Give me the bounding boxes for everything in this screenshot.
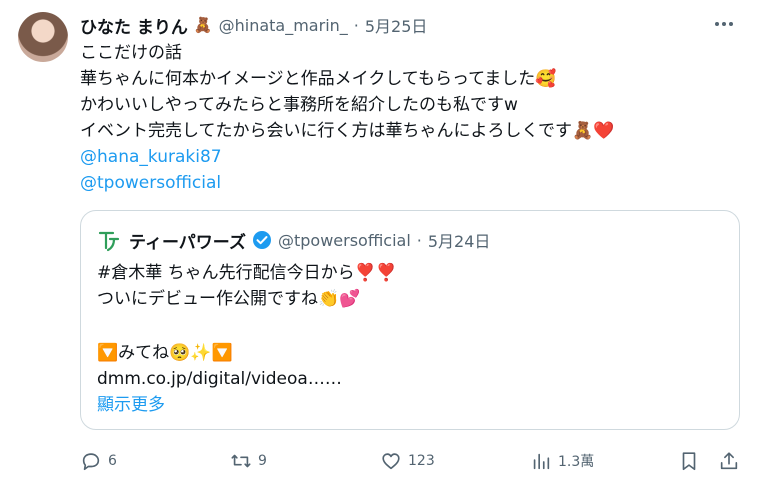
like-button[interactable]: 123 [380,446,435,476]
quoted-line: ついにデビュー作公開ですね👏💕 [97,289,361,309]
quoted-display-name: ティーパワーズ [129,232,246,253]
reply-count: 6 [108,453,117,469]
mention-link[interactable]: @hana_kuraki87 [80,144,740,170]
author-handle[interactable]: @hinata_marin_ [219,16,348,35]
quoted-link: dmm.co.jp/digital/videoa…… [97,369,342,389]
like-icon [382,453,400,470]
verified-icon [252,231,271,249]
show-more-link[interactable]: 顯示更多 [97,392,727,418]
author-display-name[interactable]: ひなた まりん [80,13,188,38]
separator-dot: · [353,15,359,35]
more-icon[interactable] [712,14,736,34]
reply-button[interactable]: 6 [80,446,117,476]
tweet-text: ここだけの話 華ちゃんに何本かイメージと作品メイクしてもらってました🥰 かわいい… [80,40,740,196]
like-count: 123 [408,453,435,469]
action-bar: 6 9 123 1.3萬 [80,446,745,476]
tweet-line: かわいいしやってみたらと事務所を紹介したのも私ですw [80,95,518,115]
tweet-line: ここだけの話 [80,43,182,63]
quoted-tweet[interactable]: ティーパワーズ @tpowersofficial · 5月24日 #倉木華 ちゃ… [80,210,740,430]
mention-link[interactable]: @tpowersofficial [80,170,740,196]
views-icon [533,453,550,470]
bookmark-icon [682,452,696,471]
tweet-header: ひなた まりん 🧸 @hinata_marin_ · 5月25日 [80,12,427,38]
separator-dot: · [416,230,422,250]
quoted-header: ティーパワーズ @tpowersofficial · 5月24日 [97,227,490,253]
name-emoji: 🧸 [193,16,213,34]
tweet-line: 華ちゃんに何本かイメージと作品メイクしてもらってました🥰 [80,69,557,89]
tweet-date[interactable]: 5月25日 [365,13,428,37]
quoted-line: 🔽みてね🥺✨🔽 [97,343,233,363]
tpowers-logo-icon [98,231,120,252]
tweet-line: イベント完売してたから会いに行く方は華ちゃんによろしくです🧸❤️ [80,121,615,141]
share-button[interactable] [718,446,740,476]
quoted-handle: @tpowersofficial [277,230,411,250]
retweet-icon [231,454,251,468]
retweet-button[interactable]: 9 [230,446,267,476]
share-icon [720,452,738,470]
views-button[interactable]: 1.3萬 [530,446,594,476]
retweet-count: 9 [258,453,267,469]
author-avatar[interactable] [18,12,68,62]
quoted-line-blank [97,312,727,340]
bookmark-button[interactable] [678,446,700,476]
quoted-text: #倉木華 ちゃん先行配信今日から❣️❣️ ついにデビュー作公開ですね👏💕 🔽みて… [97,260,727,418]
reply-icon [82,453,100,471]
quoted-line: #倉木華 ちゃん先行配信今日から❣️❣️ [97,263,397,283]
views-count: 1.3萬 [558,454,595,470]
quoted-date: 5月24日 [427,232,491,251]
